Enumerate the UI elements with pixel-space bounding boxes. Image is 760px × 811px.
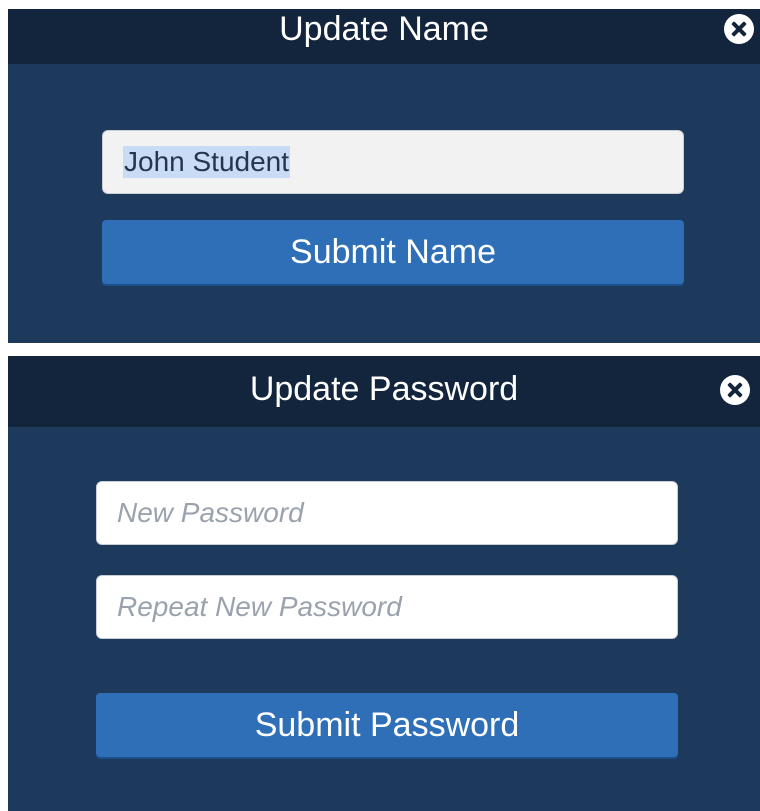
- update-password-header: Update Password: [8, 356, 760, 427]
- repeat-password-placeholder: Repeat New Password: [117, 591, 402, 622]
- close-icon[interactable]: [724, 14, 754, 44]
- update-password-title: Update Password: [249, 370, 519, 408]
- new-password-placeholder: New Password: [117, 497, 304, 528]
- submit-password-button[interactable]: Submit Password: [96, 693, 678, 757]
- submit-name-button[interactable]: Submit Name: [102, 220, 684, 284]
- update-name-title: Update Name: [279, 10, 489, 48]
- name-input-value: John Student: [123, 146, 291, 178]
- update-name-header: Update Name: [8, 9, 760, 64]
- update-password-dialog: Update Password New Password Repeat New …: [8, 356, 760, 811]
- repeat-password-field[interactable]: Repeat New Password: [96, 575, 678, 639]
- submit-name-label: Submit Name: [290, 233, 496, 271]
- update-name-dialog: Update Name John Student Submit Name: [8, 9, 760, 343]
- submit-password-label: Submit Password: [254, 706, 520, 744]
- new-password-field[interactable]: New Password: [96, 481, 678, 545]
- name-input[interactable]: John Student: [102, 130, 684, 194]
- close-icon[interactable]: [720, 375, 750, 405]
